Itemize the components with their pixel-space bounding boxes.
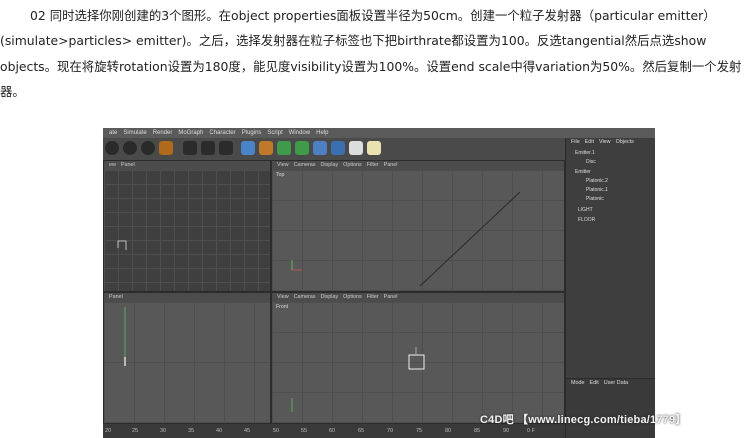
object-row[interactable]: Platonic.2 (566, 177, 655, 185)
camera-icon[interactable] (349, 141, 363, 155)
object-label: FLOOR (578, 217, 596, 223)
tab-view[interactable]: View (277, 294, 289, 300)
spline-icon[interactable] (259, 141, 273, 155)
menu-edit[interactable]: Edit (585, 139, 594, 145)
viewport-front[interactable]: View Cameras Display Options Filter Panel Fro… (271, 292, 565, 424)
attribute-manager: Mode Edit User Data (566, 378, 655, 438)
object-row[interactable]: Emitter (566, 168, 655, 176)
object-manager-header: File Edit View Objects (566, 138, 655, 147)
menu-item[interactable]: Script (267, 130, 282, 136)
timeline-tick: 20 (105, 428, 112, 434)
tab-display[interactable]: Display (320, 162, 338, 168)
menu-item[interactable]: ate (109, 130, 117, 136)
coordinate-system-icon[interactable] (159, 141, 173, 155)
tab-view[interactable]: ew (109, 162, 116, 168)
tab-options[interactable]: Options (343, 294, 362, 300)
tab-filter[interactable]: Filter (367, 294, 379, 300)
scene-icon[interactable] (331, 141, 345, 155)
viewport-header: View Cameras Display Options Filter Panel (272, 293, 564, 302)
object-label: Platonic (586, 196, 604, 202)
timeline-tick: 65 (358, 428, 365, 434)
menu-bar: ate Simulate Render MoGraph Character Plugins… (103, 128, 655, 138)
timeline-tick: 60 (329, 428, 336, 434)
attribute-header: Mode Edit User Data (566, 379, 655, 388)
object-label: Platonic.2 (586, 178, 608, 184)
viewport-header: Panel (104, 293, 270, 302)
tab-options[interactable]: Options (343, 162, 362, 168)
menu-item[interactable]: MoGraph (178, 130, 203, 136)
menu-file[interactable]: File (571, 139, 580, 145)
timeline-tick: 70 (387, 428, 394, 434)
object-label: Platonic.1 (586, 187, 608, 193)
menu-item[interactable]: Help (316, 130, 328, 136)
timeline-tick: 35 (188, 428, 195, 434)
timeline-tick: 45 (244, 428, 251, 434)
menu-edit[interactable]: Edit (590, 380, 599, 386)
axis-gizmo (124, 307, 126, 366)
timeline-tick: 85 (474, 428, 481, 434)
tab-panel[interactable]: Panel (121, 162, 135, 168)
selected-object-box (291, 347, 425, 412)
menu-item[interactable]: Render (153, 130, 173, 136)
object-row[interactable]: Emitter.1 (566, 149, 655, 157)
cube-icon[interactable] (241, 141, 255, 155)
light-icon[interactable] (367, 141, 381, 155)
render-settings-icon[interactable] (219, 141, 233, 155)
watermark: C4D吧 【www.linecg.com/tieba/1779】 (480, 414, 687, 426)
timeline-tick: 0 F (527, 428, 535, 434)
nurbs-icon[interactable] (277, 141, 291, 155)
tab-view[interactable]: View (277, 162, 289, 168)
tab-filter[interactable]: Filter (367, 162, 379, 168)
render-view-icon[interactable] (183, 141, 197, 155)
timeline-tick: 75 (416, 428, 423, 434)
c4d-screenshot: ate Simulate Render MoGraph Character Plugins… (103, 128, 655, 438)
array-icon[interactable] (295, 141, 309, 155)
viewport-perspective[interactable]: ew Panel (103, 160, 271, 292)
axis-y-icon[interactable] (123, 141, 137, 155)
menu-item[interactable]: Simulate (123, 130, 146, 136)
timeline-tick: 40 (216, 428, 223, 434)
timeline-tick: 50 (273, 428, 280, 434)
menu-mode[interactable]: Mode (571, 380, 585, 386)
viewport-header: View Cameras Display Options Filter Panel (272, 161, 564, 170)
menu-item[interactable]: Window (289, 130, 310, 136)
viewport-header: ew Panel (104, 161, 270, 170)
timeline-tick: 90 (503, 428, 510, 434)
axis-z-icon[interactable] (141, 141, 155, 155)
step-paragraph: 02 同时选择你刚创建的3个图形。在object properties面板设置半… (0, 8, 742, 100)
object-row[interactable]: Disc (566, 158, 655, 166)
tab-panel[interactable]: Panel (109, 294, 123, 300)
tab-cameras[interactable]: Cameras (294, 162, 316, 168)
menu-item[interactable]: Character (209, 130, 235, 136)
timeline-tick: 25 (132, 428, 139, 434)
object-row[interactable]: Platonic.1 (566, 186, 655, 194)
emitter-line (291, 191, 521, 287)
object-label: Emitter (575, 169, 591, 175)
object-manager: File Edit View Objects Emitter.1 Disc Emitt… (565, 138, 655, 438)
render-picture-icon[interactable] (201, 141, 215, 155)
tab-display[interactable]: Display (320, 294, 338, 300)
menu-item[interactable]: Plugins (242, 130, 262, 136)
object-row[interactable]: FLOOR (566, 216, 655, 224)
timeline-tick: 55 (301, 428, 308, 434)
menu-view[interactable]: View (599, 139, 611, 145)
menu-user-data[interactable]: User Data (604, 380, 628, 386)
object-label: Disc (586, 159, 596, 165)
viewport-right[interactable]: Panel (103, 292, 271, 424)
object-label: LIGHT (578, 207, 593, 213)
tab-panel[interactable]: Panel (384, 162, 398, 168)
perspective-bracket-icon (117, 240, 127, 250)
object-row[interactable]: LIGHT (566, 206, 655, 214)
deformer-icon[interactable] (313, 141, 327, 155)
object-label: Emitter.1 (575, 150, 595, 156)
tab-cameras[interactable]: Cameras (294, 294, 316, 300)
object-row[interactable]: Platonic (566, 195, 655, 203)
menu-objects[interactable]: Objects (616, 139, 634, 145)
viewport-top[interactable]: View Cameras Display Options Filter Panel Top (271, 160, 565, 292)
timeline-tick: 30 (160, 428, 167, 434)
axis-x-icon[interactable] (105, 141, 119, 155)
toolbar (103, 138, 565, 160)
timeline-tick: 80 (445, 428, 452, 434)
tab-panel[interactable]: Panel (384, 294, 398, 300)
